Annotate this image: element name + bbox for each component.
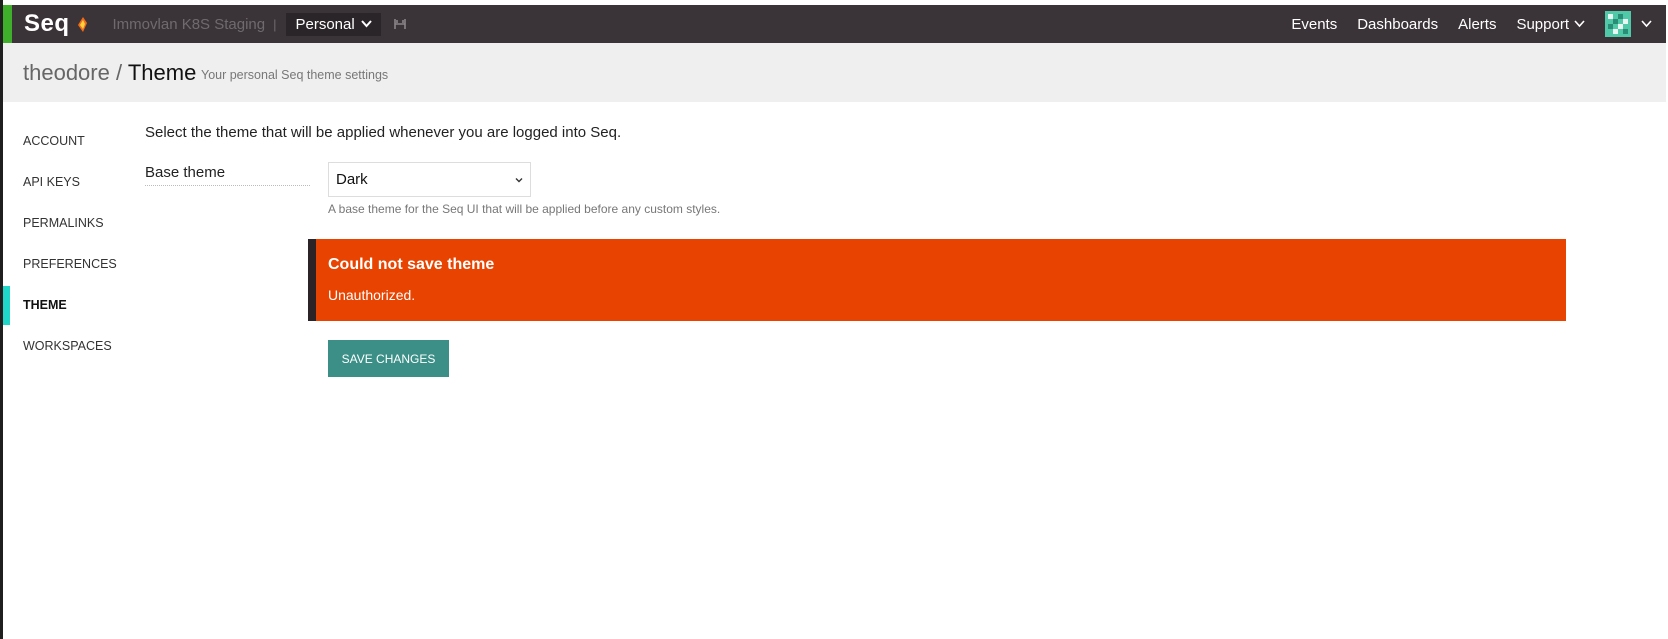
page-subtitle: Your personal Seq theme settings [201, 68, 389, 82]
breadcrumb: theodore / Theme [23, 60, 196, 86]
sidebar-item-workspaces[interactable]: WORKSPACES [3, 325, 133, 366]
breadcrumb-separator: / [115, 60, 123, 85]
nav-events[interactable]: Events [1291, 16, 1337, 33]
chevron-down-icon[interactable] [1641, 20, 1652, 28]
nav-dashboards[interactable]: Dashboards [1357, 16, 1438, 33]
breadcrumb-user[interactable]: theodore [23, 60, 110, 85]
sidebar-item-account[interactable]: ACCOUNT [3, 120, 133, 161]
workspace-selector[interactable]: Personal [286, 12, 381, 36]
page-header: theodore / Theme Your personal Seq theme… [3, 43, 1666, 102]
nav-support[interactable]: Support [1516, 16, 1585, 33]
workspace-label: Personal [295, 15, 355, 33]
error-message: Unauthorized. [328, 287, 416, 303]
pin-icon[interactable] [393, 17, 407, 31]
environment-color-strip [3, 5, 12, 43]
error-banner: Could not save theme Unauthorized. [308, 239, 1566, 321]
page-title: Theme [127, 60, 197, 85]
base-theme-help: A base theme for the Seq UI that will be… [328, 202, 721, 216]
error-title: Could not save theme [328, 256, 495, 273]
nav-alerts[interactable]: Alerts [1458, 16, 1496, 33]
user-avatar[interactable] [1605, 11, 1631, 37]
instance-name: Immovlan K8S Staging [112, 15, 266, 33]
save-changes-button[interactable]: SAVE CHANGES [328, 340, 449, 377]
nav-support-label: Support [1516, 15, 1569, 33]
sidebar-item-api-keys[interactable]: API KEYS [3, 161, 133, 202]
sidebar-item-theme[interactable]: THEME [3, 284, 133, 325]
top-navigation-bar: Seq Immovlan K8S Staging | Personal Even… [3, 5, 1666, 43]
error-banner-accent [308, 239, 316, 321]
intro-text: Select the theme that will be applied wh… [145, 124, 622, 141]
settings-sidebar: ACCOUNT API KEYS PERMALINKS PREFERENCES … [3, 120, 133, 366]
logo-text: Seq [24, 10, 70, 37]
main-nav: Events Dashboards Alerts Support [1291, 11, 1666, 37]
seq-logo[interactable]: Seq [24, 10, 87, 38]
chevron-down-icon [515, 178, 523, 183]
base-theme-value: Dark [336, 171, 368, 188]
base-theme-label: Base theme [145, 164, 310, 186]
chevron-down-icon [360, 20, 372, 28]
sidebar-item-preferences[interactable]: PREFERENCES [3, 243, 133, 284]
base-theme-select[interactable]: Dark [328, 162, 531, 197]
seq-flame-icon [77, 16, 87, 32]
sidebar-item-permalinks[interactable]: PERMALINKS [3, 202, 133, 243]
chevron-down-icon [1574, 20, 1585, 28]
separator: | [273, 16, 277, 32]
